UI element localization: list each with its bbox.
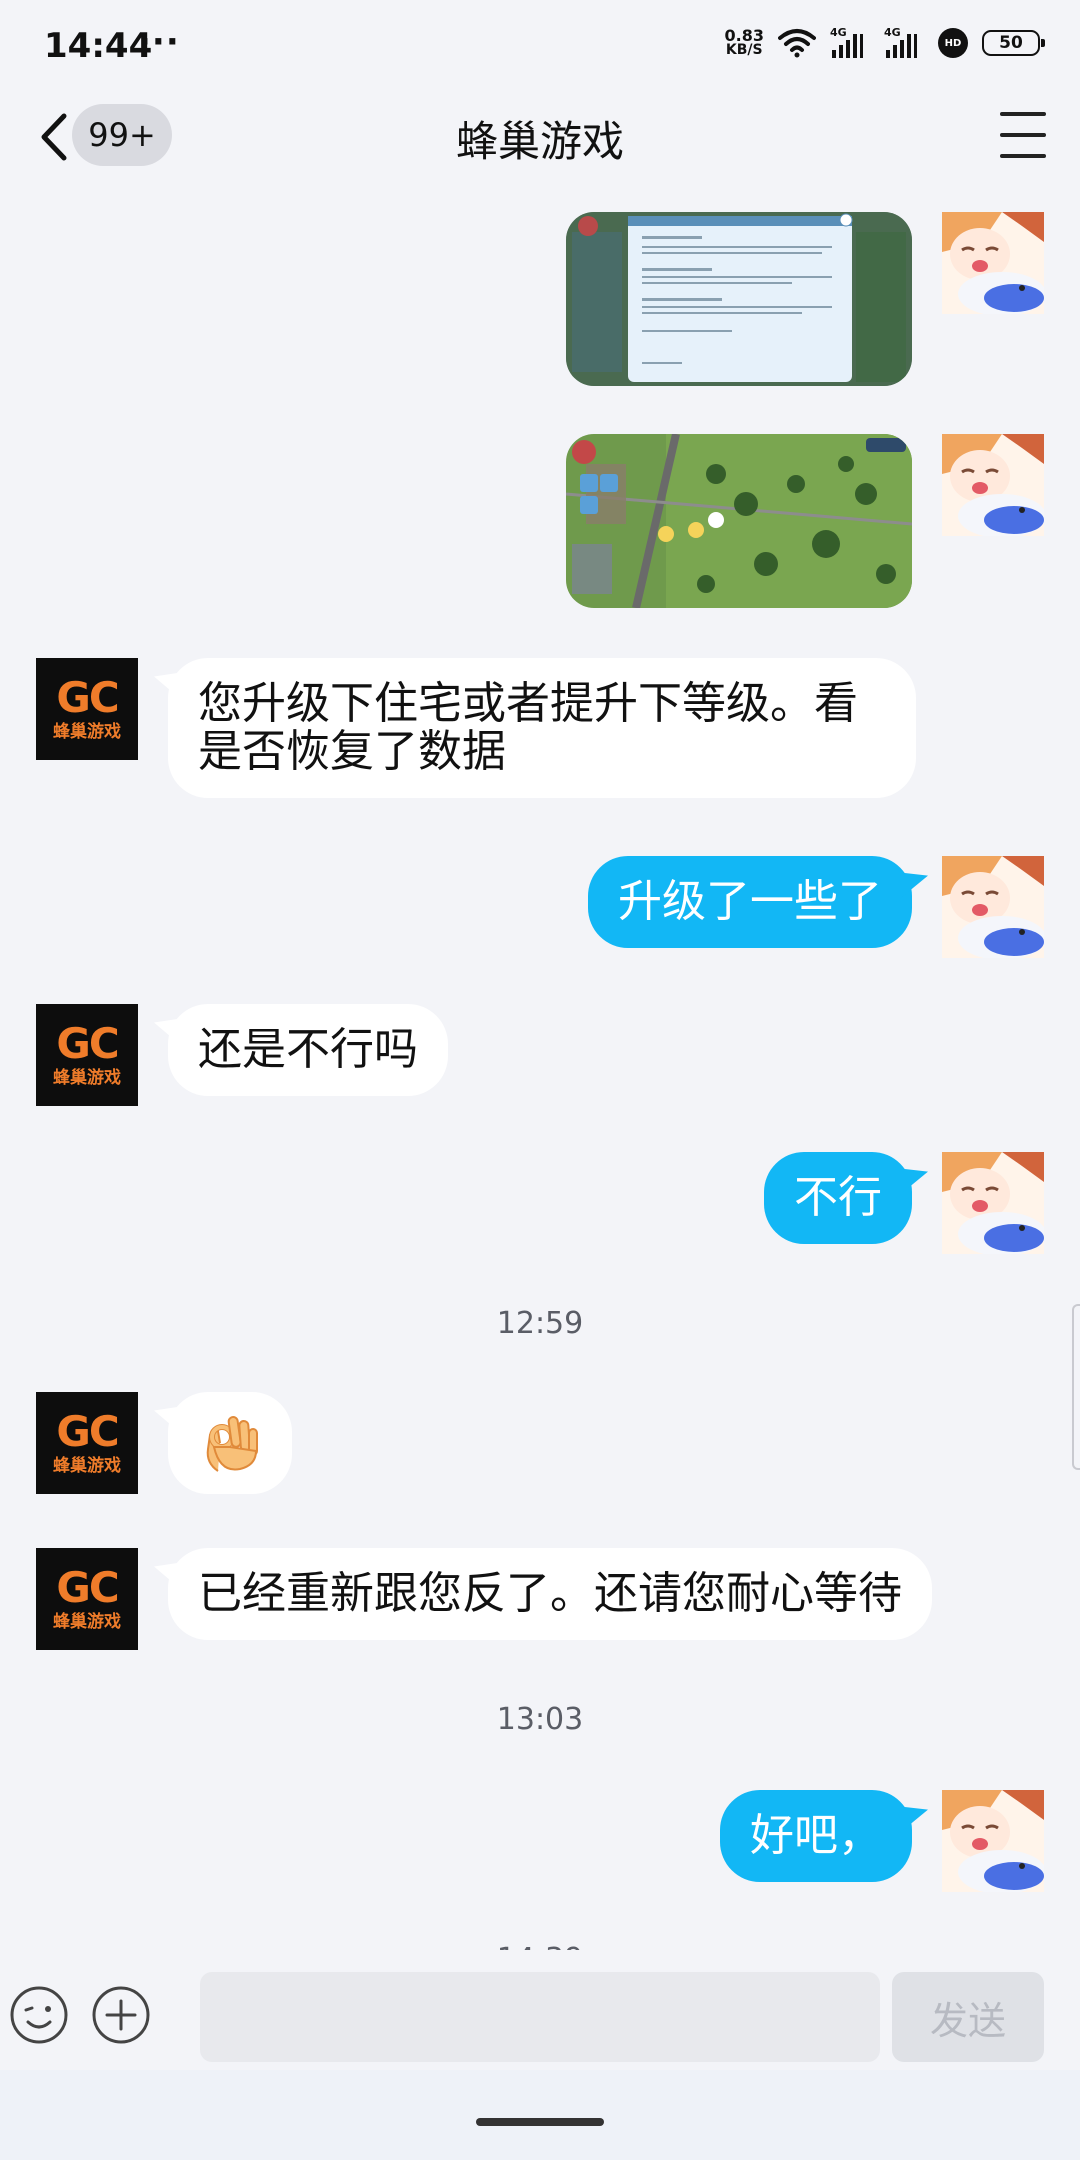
message-bubble-incoming[interactable]: 您升级下住宅或者提升下等级。看是否恢复了数据 xyxy=(168,658,916,798)
status-more-dots: ··· xyxy=(138,22,180,62)
network-speed-value: 0.83 xyxy=(724,26,764,45)
my-avatar[interactable] xyxy=(942,434,1044,536)
ok-hand-emoji-icon xyxy=(206,1416,258,1472)
signal-sim2-icon: 4G xyxy=(884,26,924,58)
contact-avatar[interactable]: GC 蜂巢游戏 xyxy=(36,1548,138,1650)
contact-avatar-logo: GC xyxy=(56,1019,119,1068)
contact-avatar-logo: GC xyxy=(56,1407,119,1456)
image-message[interactable] xyxy=(566,434,912,608)
emoji-button[interactable] xyxy=(8,1984,70,2046)
contact-avatar[interactable]: GC 蜂巢游戏 xyxy=(36,1004,138,1106)
game-map-screenshot xyxy=(566,434,912,608)
contact-avatar[interactable]: GC 蜂巢游戏 xyxy=(36,658,138,760)
home-indicator[interactable] xyxy=(476,2118,604,2126)
my-avatar[interactable] xyxy=(942,212,1044,314)
status-bar: 14:44 ··· 0.83 KB/S 4G 4G HD 50 xyxy=(0,0,1080,90)
image-message[interactable] xyxy=(566,212,912,386)
scrollbar-thumb[interactable] xyxy=(1072,1304,1080,1470)
battery-level: 50 xyxy=(999,33,1023,53)
timestamp-separator: 13:03 xyxy=(496,1702,584,1737)
anime-avatar-image xyxy=(942,434,1044,536)
hd-voice-icon: HD xyxy=(938,28,968,58)
battery-icon: 50 xyxy=(982,30,1045,56)
contact-avatar-caption: 蜂巢游戏 xyxy=(53,1456,121,1476)
anime-avatar-image xyxy=(942,212,1044,314)
message-text-input[interactable] xyxy=(200,1972,880,2062)
network-speed-unit: KB/S xyxy=(725,42,763,58)
signal-sim1-icon: 4G xyxy=(830,26,870,58)
timestamp-separator: 12:59 xyxy=(496,1306,584,1341)
contact-avatar-logo: GC xyxy=(56,673,119,722)
contact-avatar-caption: 蜂巢游戏 xyxy=(53,722,121,742)
message-list[interactable]: GC 蜂巢游戏 您升级下住宅或者提升下等级。看是否恢复了数据 升级了一些了 GC… xyxy=(0,180,1080,1950)
message-bubble-outgoing[interactable]: 升级了一些了 xyxy=(588,856,912,948)
timestamp-separator: 14:39 xyxy=(0,1942,1080,1950)
message-bubble-incoming[interactable]: 已经重新跟您反了。还请您耐心等待 xyxy=(168,1548,932,1640)
message-bubble-incoming[interactable]: 还是不行吗 xyxy=(168,1004,448,1096)
message-bubble-emoji[interactable] xyxy=(168,1392,292,1494)
game-dialog-screenshot xyxy=(566,212,912,386)
contact-avatar-caption: 蜂巢游戏 xyxy=(53,1612,121,1632)
message-bubble-outgoing[interactable]: 好吧， xyxy=(720,1790,912,1882)
contact-avatar[interactable]: GC 蜂巢游戏 xyxy=(36,1392,138,1494)
message-bubble-outgoing[interactable]: 不行 xyxy=(764,1152,912,1244)
my-avatar[interactable] xyxy=(942,1152,1044,1254)
chat-header: 99+ 蜂巢游戏 xyxy=(0,90,1080,180)
anime-avatar-image xyxy=(942,856,1044,958)
page-title: 蜂巢游戏 xyxy=(455,117,624,166)
more-options-button[interactable] xyxy=(90,1984,152,2046)
anime-avatar-image xyxy=(942,1152,1044,1254)
network-speed: 0.83 KB/S xyxy=(725,28,764,58)
plus-circle-icon xyxy=(92,1986,150,2044)
message-input-bar: 发送 xyxy=(0,1950,1080,2070)
my-avatar[interactable] xyxy=(942,856,1044,958)
send-button[interactable]: 发送 xyxy=(892,1972,1044,2062)
anime-avatar-image xyxy=(942,1790,1044,1892)
status-icons: 0.83 KB/S 4G 4G HD 50 xyxy=(725,26,1045,58)
system-nav-bar xyxy=(0,2070,1080,2160)
menu-button[interactable] xyxy=(1000,112,1046,158)
contact-avatar-logo: GC xyxy=(56,1563,119,1612)
status-time: 14:44 xyxy=(44,26,153,66)
smiley-icon xyxy=(10,1986,68,2044)
contact-avatar-caption: 蜂巢游戏 xyxy=(53,1068,121,1088)
hamburger-menu-icon xyxy=(1000,112,1046,116)
wifi-icon xyxy=(778,29,816,58)
my-avatar[interactable] xyxy=(942,1790,1044,1892)
